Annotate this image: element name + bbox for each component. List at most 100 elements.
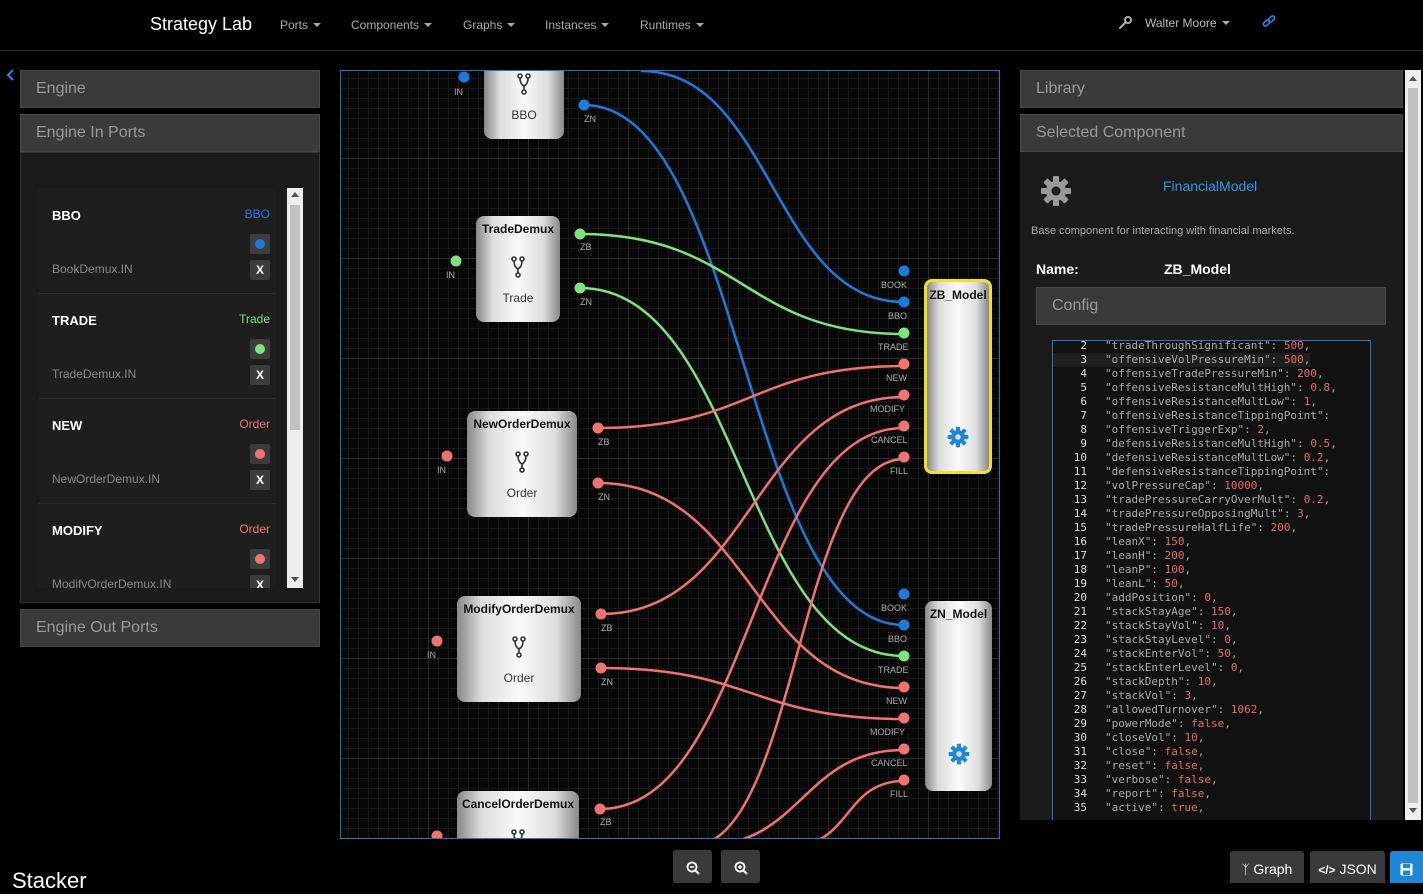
gear-icon[interactable] [947, 426, 969, 448]
graph-node[interactable]: TradeDemux Trade [476, 216, 560, 322]
ports-scrollbar-thumb[interactable] [290, 205, 300, 430]
port-connector[interactable] [898, 265, 910, 277]
graph-view-button[interactable]: ᛉ Graph [1230, 851, 1304, 883]
caret-down-icon [507, 23, 516, 27]
user-menu[interactable]: Walter Moore [1145, 16, 1230, 30]
wire[interactable] [597, 364, 905, 430]
port-connector[interactable] [595, 662, 607, 674]
brand-title[interactable]: Strategy Lab [150, 14, 252, 35]
right-scrollbar-thumb[interactable] [1408, 88, 1418, 803]
port-connector[interactable] [574, 282, 586, 294]
port-connector[interactable] [898, 358, 910, 370]
fork-icon [511, 829, 525, 838]
config-value: 10 [1184, 731, 1198, 744]
remove-port-button[interactable]: X [250, 470, 270, 490]
config-key: "defensiveResistanceMultHigh" [1105, 437, 1298, 450]
code-line: 27 "stackVol": 3, [1053, 689, 1198, 703]
config-value: 50 [1217, 647, 1231, 660]
line-number: 15 [1073, 521, 1087, 534]
engine-out-ports-header[interactable]: Engine Out Ports [20, 609, 320, 647]
port-connector[interactable] [898, 296, 910, 308]
graph-node[interactable]: NewOrderDemux Order [467, 411, 577, 517]
code-line: 14 "tradePressureOpposingMult": 3, [1053, 507, 1311, 521]
remove-port-button[interactable]: X [250, 260, 270, 280]
port-target: BookDemux.IN [52, 262, 133, 276]
port-connector[interactable] [578, 99, 590, 111]
port-connector[interactable] [898, 650, 910, 662]
zoom-out-button[interactable] [673, 850, 712, 883]
port-connector[interactable] [898, 588, 910, 600]
graph-node[interactable]: ModifyOrderDemux Order [457, 596, 581, 702]
config-key: "report" [1105, 787, 1158, 800]
wire[interactable] [600, 395, 905, 616]
port-connector[interactable] [898, 712, 910, 724]
engine-in-ports-header[interactable]: Engine In Ports [20, 114, 320, 152]
nav-instances[interactable]: Instances [545, 18, 610, 32]
remove-port-button[interactable]: X [250, 575, 270, 588]
graph-node[interactable]: ZN_Model [925, 601, 992, 791]
config-key: "stackVol" [1105, 689, 1172, 702]
save-button[interactable] [1390, 851, 1423, 883]
graph-node[interactable]: ZB_Model [924, 279, 992, 474]
wire[interactable] [583, 103, 905, 627]
line-number: 27 [1073, 689, 1087, 702]
port-connector[interactable] [441, 450, 453, 462]
port-connector-button[interactable] [250, 339, 270, 359]
zoom-in-button[interactable] [721, 850, 760, 883]
port-connector[interactable] [431, 635, 443, 647]
scroll-up-icon[interactable] [290, 190, 300, 198]
port-connector[interactable] [898, 743, 910, 755]
port-connector[interactable] [898, 327, 910, 339]
component-link[interactable]: FinancialModel [1163, 178, 1257, 194]
port-connector[interactable] [595, 608, 607, 620]
nav-components[interactable]: Components [351, 18, 433, 32]
graph-node[interactable]: CancelOrderDemux [457, 791, 579, 838]
wire[interactable] [599, 426, 905, 811]
gear-icon[interactable] [948, 743, 970, 765]
port-connector[interactable] [594, 803, 606, 815]
wire[interactable] [791, 779, 905, 839]
port-connector[interactable] [592, 477, 604, 489]
port-connector[interactable] [898, 774, 910, 786]
port-connector[interactable] [898, 681, 910, 693]
wire[interactable] [597, 481, 905, 690]
port-connector-button[interactable] [250, 234, 270, 254]
port-connector[interactable] [450, 255, 462, 267]
port-connector[interactable] [898, 389, 910, 401]
code-line: 23 "stackStayLevel": 0, [1053, 633, 1238, 647]
port-connector[interactable] [574, 228, 586, 240]
link-icon[interactable] [1262, 15, 1276, 29]
port-label: ZB [601, 623, 613, 633]
library-header[interactable]: Library [1020, 70, 1403, 108]
port-connector-button[interactable] [250, 549, 270, 569]
wire[interactable] [579, 286, 905, 658]
scroll-down-icon[interactable] [290, 576, 300, 584]
remove-port-button[interactable]: X [250, 365, 270, 385]
config-header[interactable]: Config [1036, 287, 1386, 325]
config-editor[interactable]: 2 "tradeThroughSignificant": 500, 3 "offens… [1052, 340, 1371, 820]
nav-runtimes[interactable]: Runtimes [640, 18, 704, 32]
port-connector-button[interactable] [250, 444, 270, 464]
selected-component-header[interactable]: Selected Component [1020, 114, 1403, 152]
node-subtitle: Trade [502, 291, 534, 305]
right-scroll-up-icon[interactable] [1408, 74, 1418, 82]
engine-panel-header[interactable]: Engine [20, 70, 320, 108]
port-connector[interactable] [458, 71, 470, 83]
config-value: 0 [1204, 591, 1211, 604]
name-value[interactable]: ZB_Model [1164, 261, 1231, 277]
nav-graphs[interactable]: Graphs [463, 18, 516, 32]
nav-ports[interactable]: Ports [280, 18, 322, 32]
port-connector[interactable] [898, 619, 910, 631]
collapse-left-icon[interactable] [5, 68, 15, 82]
port-connector[interactable] [592, 422, 604, 434]
port-connector[interactable] [431, 830, 443, 840]
graph-node[interactable]: BBO [484, 71, 564, 139]
json-view-button[interactable]: </> JSON [1310, 851, 1385, 883]
graph-canvas[interactable]: BBO TradeDemux Trade NewOrderDemux Order Modi… [340, 70, 1000, 839]
right-scroll-down-icon[interactable] [1408, 807, 1418, 815]
wire[interactable] [579, 232, 905, 336]
top-navbar: Strategy Lab Ports Components Graphs Ins… [0, 0, 1423, 51]
port-connector[interactable] [898, 451, 910, 463]
wire[interactable] [600, 666, 905, 721]
port-connector[interactable] [898, 420, 910, 432]
